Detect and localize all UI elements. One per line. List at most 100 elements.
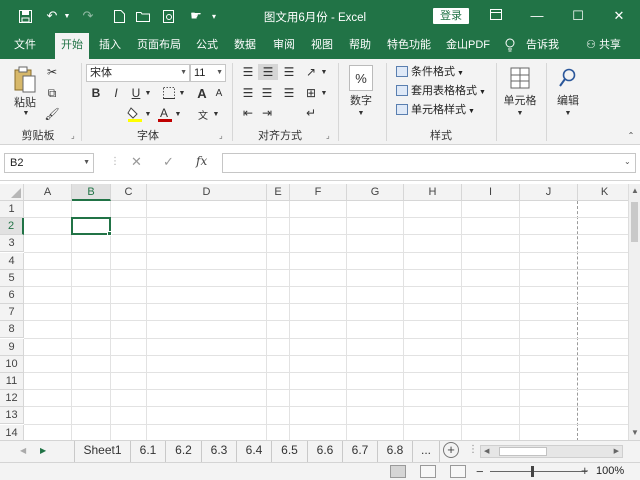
expand-formula-bar-icon[interactable]: ⌄	[624, 157, 631, 166]
open-folder-icon[interactable]	[134, 5, 152, 27]
resize-dots-icon[interactable]: ⋮	[468, 444, 478, 455]
row-header-4[interactable]: 4	[0, 252, 24, 270]
tab-data[interactable]: 数据	[234, 33, 256, 59]
tab-file[interactable]: 文件	[14, 33, 36, 59]
scroll-left-icon[interactable]: ◀	[484, 447, 489, 455]
tab-kingsoft-pdf[interactable]: 金山PDF	[446, 33, 490, 59]
font-color-dropdown-icon[interactable]: ▼	[174, 105, 182, 123]
column-header-c[interactable]: C	[111, 184, 147, 201]
next-sheet-icon[interactable]: ▶	[40, 446, 46, 455]
zoom-in-icon[interactable]: +	[581, 463, 589, 478]
print-preview-icon[interactable]	[160, 5, 178, 27]
prev-sheet-icon[interactable]: ◀	[20, 446, 26, 455]
increase-indent-icon[interactable]: ⇥	[258, 105, 276, 121]
paste-icon[interactable]	[12, 65, 38, 95]
tab-view[interactable]: 视图	[311, 33, 333, 59]
decrease-font-icon[interactable]: A	[212, 85, 226, 101]
vertical-scroll-thumb[interactable]	[631, 202, 638, 242]
italic-icon[interactable]: I	[108, 85, 124, 101]
login-button[interactable]: 登录	[433, 8, 469, 24]
save-icon[interactable]	[14, 5, 36, 27]
clipboard-launcher-icon[interactable]: ⌟	[71, 131, 75, 140]
font-launcher-icon[interactable]: ⌟	[219, 131, 223, 140]
cancel-icon[interactable]: ✕	[131, 154, 142, 170]
orientation-icon[interactable]: ↗	[302, 64, 320, 80]
customize-icon[interactable]: ▾	[208, 5, 220, 27]
select-all-corner[interactable]	[0, 184, 24, 201]
decrease-indent-icon[interactable]: ⇤	[239, 105, 257, 121]
conditional-formatting-button[interactable]: 条件格式 ▼	[396, 63, 464, 81]
zoom-out-icon[interactable]: −	[476, 464, 484, 479]
row-header-12[interactable]: 12	[0, 390, 24, 408]
borders-dropdown-icon[interactable]: ▼	[178, 85, 186, 101]
column-header-j[interactable]: J	[520, 184, 578, 201]
tab-insert[interactable]: 插入	[99, 33, 121, 59]
zoom-slider[interactable]	[490, 471, 587, 472]
worksheet-grid[interactable]: A B C D E F G H I J K 1 2 3 4 5 6 7 8 9 10 11 12 13 14	[0, 184, 628, 440]
zoom-slider-thumb[interactable]	[531, 466, 534, 477]
tab-help[interactable]: 帮助	[349, 33, 371, 59]
paste-button[interactable]: 粘贴	[12, 95, 38, 109]
sheet-tab-6.3[interactable]: 6.3	[202, 441, 237, 462]
column-header-e[interactable]: E	[267, 184, 290, 201]
sheet-tab-6.6[interactable]: 6.6	[308, 441, 343, 462]
sheet-tab-sheet1[interactable]: Sheet1	[74, 441, 131, 462]
align-bottom-icon[interactable]: ☰	[280, 64, 298, 80]
add-sheet-icon[interactable]: +	[443, 442, 459, 458]
number-format-button[interactable]: 数字	[343, 93, 379, 107]
collapse-ribbon-icon[interactable]: ⌃	[626, 129, 636, 141]
alignment-launcher-icon[interactable]: ⌟	[326, 131, 330, 140]
column-header-a[interactable]: A	[24, 184, 72, 201]
maximize-icon[interactable]: ☐	[565, 5, 591, 27]
insert-function-icon[interactable]: fx	[196, 154, 207, 168]
share-button[interactable]: ⚇ 共享	[586, 33, 621, 58]
row-header-11[interactable]: 11	[0, 373, 24, 390]
underline-dropdown-icon[interactable]: ▼	[144, 85, 152, 101]
lightbulb-icon[interactable]	[505, 38, 515, 55]
undo-dropdown-icon[interactable]: ▼	[62, 5, 72, 27]
horizontal-scroll-thumb[interactable]	[499, 447, 547, 456]
scroll-right-icon[interactable]: ▶	[614, 447, 619, 455]
row-header-6[interactable]: 6	[0, 287, 24, 304]
column-header-g[interactable]: G	[347, 184, 404, 201]
format-as-table-button[interactable]: 套用表格格式 ▼	[396, 82, 486, 100]
fill-color-icon[interactable]	[126, 105, 144, 123]
enter-icon[interactable]: ✓	[163, 154, 174, 170]
tab-home[interactable]: 开始	[55, 33, 89, 59]
minimize-icon[interactable]: —	[524, 5, 550, 27]
scroll-up-icon[interactable]: ▲	[631, 186, 639, 195]
column-header-f[interactable]: F	[290, 184, 347, 201]
percent-icon[interactable]: %	[349, 65, 373, 91]
editing-dropdown-icon[interactable]: ▼	[564, 109, 572, 117]
column-header-d[interactable]: D	[147, 184, 267, 201]
tab-special-features[interactable]: 特色功能	[387, 33, 431, 59]
row-header-14[interactable]: 14	[0, 424, 24, 440]
merge-dropdown-icon[interactable]: ▼	[320, 85, 328, 101]
row-header-7[interactable]: 7	[0, 304, 24, 322]
sheet-tab-6.5[interactable]: 6.5	[272, 441, 308, 462]
resize-dots-icon[interactable]: ⋮	[110, 156, 120, 167]
ribbon-display-icon[interactable]	[483, 5, 509, 27]
sheet-tab-6.4[interactable]: 6.4	[237, 441, 272, 462]
row-header-10[interactable]: 10	[0, 355, 24, 373]
bold-icon[interactable]: B	[88, 85, 104, 101]
row-header-3[interactable]: 3	[0, 235, 24, 253]
number-dropdown-icon[interactable]: ▼	[357, 109, 365, 117]
merge-center-icon[interactable]: ⊞	[302, 85, 320, 101]
orientation-dropdown-icon[interactable]: ▼	[320, 64, 328, 80]
underline-icon[interactable]: U	[128, 85, 144, 101]
copy-icon[interactable]: ⧉	[44, 85, 60, 101]
cells-dropdown-icon[interactable]: ▼	[516, 109, 524, 117]
align-left-icon[interactable]: ☰	[239, 85, 257, 101]
fill-handle[interactable]	[107, 231, 112, 237]
column-header-k[interactable]: K	[578, 184, 628, 201]
row-header-13[interactable]: 13	[0, 407, 24, 425]
close-icon[interactable]: ✕	[606, 5, 632, 27]
font-size-combo[interactable]: 11 ▼	[190, 64, 226, 82]
align-middle-icon[interactable]: ☰	[258, 64, 278, 80]
phonetic-guide-icon[interactable]: 文	[194, 105, 212, 123]
row-header-5[interactable]: 5	[0, 269, 24, 287]
phonetic-dropdown-icon[interactable]: ▼	[212, 105, 220, 123]
align-center-icon[interactable]: ☰	[258, 85, 276, 101]
wrap-text-icon[interactable]: ↵	[302, 105, 320, 121]
